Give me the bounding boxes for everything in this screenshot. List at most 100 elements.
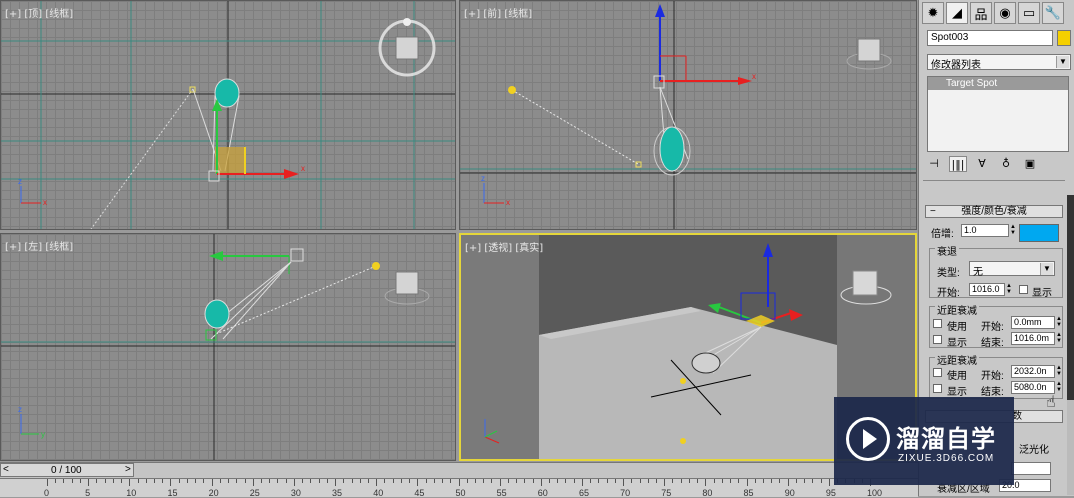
ruler-tick bbox=[532, 479, 534, 483]
ruler-tick bbox=[705, 479, 707, 486]
remove-modifier-icon[interactable]: ♁ bbox=[997, 156, 1015, 172]
modifier-stack-item[interactable]: Target Spot bbox=[928, 77, 1068, 90]
svg-text:z: z bbox=[18, 177, 22, 186]
ruler-label: 55 bbox=[496, 488, 507, 498]
pin-stack-icon[interactable]: ⊣ bbox=[925, 156, 943, 172]
ruler-tick bbox=[112, 479, 114, 483]
modify-icon[interactable]: ◢ bbox=[946, 2, 968, 24]
viewport-label[interactable]: [+] [前] [线框] bbox=[464, 5, 532, 20]
show-end-result-icon[interactable]: |‖| bbox=[949, 156, 967, 172]
ruler-tick bbox=[376, 479, 378, 486]
panel-scrollbar[interactable] bbox=[1067, 195, 1074, 495]
time-next-button[interactable]: > bbox=[125, 464, 131, 475]
ruler-tick bbox=[137, 479, 139, 483]
ruler-tick bbox=[326, 479, 328, 483]
hotspot-input[interactable] bbox=[1011, 462, 1051, 475]
ruler-tick bbox=[598, 479, 600, 483]
ruler-tick bbox=[409, 479, 411, 483]
ruler-tick bbox=[417, 479, 419, 486]
ruler-label: 40 bbox=[373, 488, 384, 498]
spinner-arrows-icon[interactable]: ▲ ▼ bbox=[1056, 316, 1062, 329]
ruler-tick bbox=[335, 479, 337, 486]
ruler-tick bbox=[713, 479, 715, 483]
ruler-tick bbox=[639, 479, 641, 483]
ruler-tick bbox=[491, 479, 493, 483]
ruler-tick bbox=[260, 479, 262, 483]
watermark-title: 溜溜自学 bbox=[896, 426, 996, 453]
svg-text:x: x bbox=[43, 198, 47, 207]
modifier-list-dropdown[interactable]: 修改器列表 ▼ bbox=[927, 54, 1071, 71]
ruler-tick bbox=[359, 479, 361, 483]
ruler-tick bbox=[664, 479, 666, 486]
ruler-tick bbox=[746, 479, 748, 486]
svg-text:y: y bbox=[41, 430, 45, 439]
time-slider[interactable]: < 0 / 100 > bbox=[0, 463, 134, 477]
far-use-checkbox[interactable] bbox=[933, 368, 942, 377]
ruler-tick bbox=[244, 479, 246, 483]
decay-start-input[interactable]: 1016.0 bbox=[969, 283, 1005, 296]
ruler-label: 60 bbox=[537, 488, 548, 498]
decay-type-dropdown[interactable]: 无 ▼ bbox=[969, 261, 1055, 278]
scrollbar-thumb[interactable] bbox=[1067, 195, 1074, 400]
spinner-arrows-icon[interactable]: ▲ ▼ bbox=[1010, 224, 1016, 237]
watermark-url: ZIXUE.3D66.COM bbox=[898, 453, 995, 464]
far-start-label: 开始: bbox=[981, 371, 1004, 382]
ruler-tick bbox=[787, 479, 789, 486]
ruler-label: 20 bbox=[208, 488, 219, 498]
divider bbox=[923, 180, 1065, 181]
create-icon[interactable]: ✹ bbox=[922, 2, 944, 24]
rollout-intensity-header[interactable]: − 强度/颜色/衰减 bbox=[925, 205, 1063, 218]
make-unique-icon[interactable]: ∀ bbox=[973, 156, 991, 172]
ruler-tick bbox=[524, 479, 526, 483]
track-bar-ruler[interactable]: 0 5 10 15 20 25 30 35 40 45 50 55 60 65 70 75 80 85 90 95 10… bbox=[0, 478, 918, 498]
viewport-top-scene: x z x bbox=[1, 1, 455, 229]
near-end-input[interactable]: 1016.0m bbox=[1011, 332, 1055, 345]
viewport-front[interactable]: x z x [+] [前] [线框] bbox=[459, 0, 917, 230]
ruler-tick bbox=[178, 479, 180, 483]
time-prev-button[interactable]: < bbox=[3, 464, 9, 475]
object-name-field[interactable]: Spot003 bbox=[927, 30, 1053, 46]
near-start-input[interactable]: 0.0mm bbox=[1011, 316, 1055, 329]
viewport-label[interactable]: [+] [透视] [真实] bbox=[465, 239, 543, 254]
spinner-arrows-icon[interactable]: ▲ ▼ bbox=[1056, 381, 1062, 394]
ruler-tick bbox=[763, 479, 764, 483]
far-start-input[interactable]: 2032.0n bbox=[1011, 365, 1055, 378]
ruler-tick bbox=[779, 479, 781, 483]
ruler-tick bbox=[688, 479, 690, 483]
ruler-tick bbox=[623, 479, 625, 486]
object-color-swatch[interactable] bbox=[1057, 30, 1071, 46]
ruler-tick bbox=[71, 479, 73, 483]
ruler-tick bbox=[680, 479, 682, 483]
viewport-left[interactable]: z y [+] [左] [线框] bbox=[0, 233, 456, 461]
decay-show-checkbox[interactable] bbox=[1019, 285, 1028, 294]
near-end-label: 结束: bbox=[981, 338, 1004, 349]
far-show-checkbox[interactable] bbox=[933, 384, 942, 393]
display-icon[interactable]: ▭ bbox=[1018, 2, 1040, 24]
frame-display: 0 / 100 bbox=[51, 465, 82, 476]
hierarchy-icon[interactable]: 品 bbox=[970, 2, 992, 24]
modifier-stack[interactable]: Target Spot bbox=[927, 76, 1069, 152]
ruler-tick bbox=[474, 479, 476, 483]
ruler-tick bbox=[186, 479, 188, 483]
near-use-checkbox[interactable] bbox=[933, 319, 942, 328]
multiplier-input[interactable]: 1.0 bbox=[961, 224, 1009, 237]
near-show-checkbox[interactable] bbox=[933, 335, 942, 344]
ruler-tick bbox=[351, 479, 353, 483]
ruler-tick bbox=[96, 479, 98, 483]
decay-show-label: 显示 bbox=[1032, 288, 1052, 299]
light-color-swatch[interactable] bbox=[1019, 224, 1059, 242]
motion-icon[interactable]: ◉ bbox=[994, 2, 1016, 24]
spinner-arrows-icon[interactable]: ▲ ▼ bbox=[1056, 332, 1062, 345]
overshoot-label: 泛光化 bbox=[1019, 445, 1049, 456]
ruler-tick bbox=[516, 479, 518, 483]
ruler-tick bbox=[738, 479, 740, 483]
ruler-tick bbox=[672, 479, 674, 483]
viewport-label[interactable]: [+] [左] [线框] bbox=[5, 238, 73, 253]
viewport-top[interactable]: x z x [+] [顶] [线框] bbox=[0, 0, 456, 230]
spinner-arrows-icon[interactable]: ▲ ▼ bbox=[1056, 365, 1062, 378]
utilities-icon[interactable]: 🔧 bbox=[1042, 2, 1064, 24]
spinner-arrows-icon[interactable]: ▲ ▼ bbox=[1006, 283, 1012, 296]
ruler-label: 70 bbox=[620, 488, 631, 498]
viewport-label[interactable]: [+] [顶] [线框] bbox=[5, 5, 73, 20]
configure-sets-icon[interactable]: ▣ bbox=[1021, 156, 1039, 172]
